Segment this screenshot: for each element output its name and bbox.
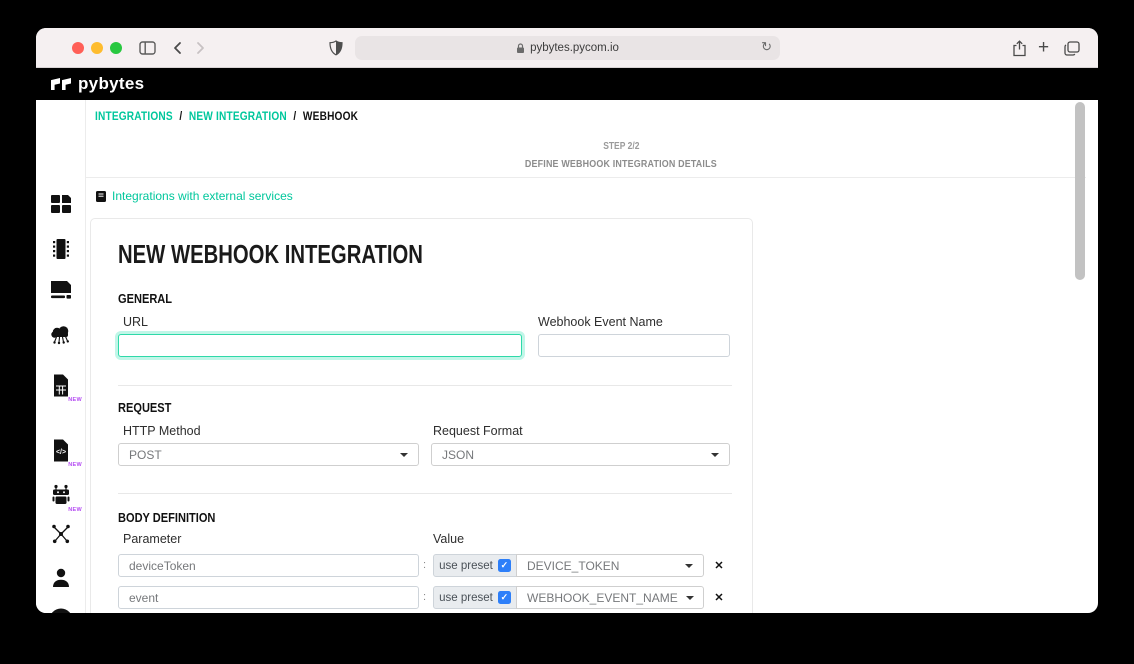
forward-icon[interactable] [196, 37, 206, 59]
preset-value-select[interactable]: DEVICE_TOKEN [516, 554, 704, 577]
sidebar-item-sim[interactable]: NEW [36, 370, 86, 403]
section-general-heading: GENERAL [118, 291, 173, 306]
scrollbar[interactable] [1075, 102, 1085, 280]
book-icon [96, 190, 106, 202]
docs-link[interactable]: Integrations with external services [95, 189, 293, 203]
computer-icon [51, 281, 71, 299]
code-file-icon: </> [54, 439, 68, 461]
sidebar-item-account[interactable] [36, 563, 86, 593]
http-method-label: HTTP Method [123, 424, 201, 438]
breadcrumb-separator: / [293, 111, 297, 123]
user-icon [53, 568, 69, 587]
url-input[interactable] [118, 334, 522, 357]
chip-icon [53, 239, 69, 259]
http-method-select[interactable]: POST [118, 443, 419, 466]
browser-window: pybytes.pycom.io ↻ + pybytes NEW </> NEW… [36, 28, 1098, 613]
section-request-heading: REQUEST [118, 400, 172, 415]
pycom-logo-icon[interactable] [51, 78, 71, 90]
reload-icon[interactable]: ↻ [761, 39, 772, 55]
use-preset-checkbox[interactable]: ✓ [497, 591, 511, 604]
lock-icon [516, 42, 525, 54]
webhook-event-name-label: Webhook Event Name [538, 315, 663, 329]
browser-toolbar: pybytes.pycom.io ↻ + [36, 28, 1098, 68]
url-label: URL [123, 315, 149, 329]
header-divider [86, 177, 1086, 178]
sim-card-icon [54, 374, 68, 396]
chevron-down-icon [685, 595, 694, 600]
use-preset-group: use preset ✓ [433, 586, 517, 609]
value-column-header: Value [433, 532, 465, 546]
sidebar: NEW </> NEW NEW [36, 100, 86, 613]
step-title: DEFINE WEBHOOK INTEGRATION DETAILS [525, 158, 717, 170]
use-preset-checkbox[interactable]: ✓ [497, 559, 511, 572]
svg-text:</>: </> [56, 449, 66, 456]
zoom-window-button[interactable] [110, 42, 122, 54]
docs-link-label[interactable]: Integrations with external services [112, 189, 293, 203]
parameter-input[interactable]: event [118, 586, 419, 609]
parameter-input[interactable]: deviceToken [118, 554, 419, 577]
breadcrumb-webhook: WEBHOOK [302, 111, 359, 123]
sidebar-item-info[interactable] [36, 605, 86, 613]
row-colon: : [423, 559, 427, 571]
breadcrumb-integrations[interactable]: INTEGRATIONS [95, 111, 173, 123]
app-logo-text[interactable]: pybytes [78, 74, 144, 94]
breadcrumb: INTEGRATIONS / NEW INTEGRATION / WEBHOOK [95, 111, 358, 123]
use-preset-label: use preset [439, 591, 493, 604]
page-title: NEW WEBHOOK INTEGRATION [118, 239, 423, 269]
step-indicator: STEP 2/2 DEFINE WEBHOOK INTEGRATION DETA… [396, 136, 846, 172]
request-format-label: Request Format [433, 424, 523, 438]
sidebar-item-pymakr[interactable]: </> NEW [36, 435, 86, 468]
close-window-button[interactable] [72, 42, 84, 54]
sidebar-item-integrations[interactable] [36, 320, 86, 350]
parameter-column-header: Parameter [123, 532, 182, 546]
new-tab-icon[interactable]: + [1038, 37, 1049, 59]
cloud-network-icon [51, 326, 69, 345]
app-header: pybytes [36, 68, 1098, 100]
sidebar-item-dashboard[interactable] [36, 189, 86, 219]
breadcrumb-separator: / [179, 111, 183, 123]
chevron-down-icon [685, 563, 693, 568]
sidebar-item-devices[interactable] [36, 234, 86, 264]
sidebar-toggle-icon[interactable] [139, 37, 156, 59]
share-icon[interactable] [1012, 37, 1027, 59]
row-colon: : [423, 591, 427, 603]
remove-row-button[interactable]: ✕ [711, 554, 727, 577]
url-text: pybytes.pycom.io [530, 42, 619, 54]
pymakr-new-badge: NEW [68, 462, 82, 468]
chevron-down-icon [400, 452, 408, 457]
section-body-heading: BODY DEFINITION [118, 510, 216, 525]
minimize-window-button[interactable] [91, 42, 103, 54]
use-preset-group: use preset ✓ [433, 554, 517, 577]
network-nodes-icon [52, 524, 70, 544]
sidebar-item-gateways[interactable] [36, 275, 86, 305]
section-divider [118, 385, 732, 386]
preset-value-select[interactable]: WEBHOOK_EVENT_NAME [516, 586, 704, 609]
request-format-select[interactable]: JSON [431, 443, 730, 466]
use-preset-label: use preset [439, 559, 493, 572]
privacy-shield-icon[interactable] [329, 37, 343, 59]
sidebar-item-ml[interactable]: NEW [36, 480, 86, 513]
tab-overview-icon[interactable] [1064, 37, 1080, 59]
dashboard-icon [51, 195, 71, 213]
info-icon [51, 608, 71, 613]
ml-new-badge: NEW [68, 507, 82, 513]
sidebar-item-networks[interactable] [36, 518, 86, 548]
back-icon[interactable] [172, 37, 182, 59]
webhook-event-name-input[interactable] [538, 334, 730, 357]
remove-row-button[interactable]: ✕ [711, 586, 727, 609]
sim-new-badge: NEW [68, 397, 82, 403]
robot-icon [52, 484, 70, 504]
step-count: STEP 2/2 [602, 141, 640, 152]
section-divider [118, 493, 732, 494]
chevron-down-icon [711, 452, 719, 457]
address-bar[interactable]: pybytes.pycom.io ↻ [355, 36, 780, 60]
webhook-form-card: NEW WEBHOOK INTEGRATION GENERAL URL Webh… [90, 218, 753, 613]
breadcrumb-new-integration[interactable]: NEW INTEGRATION [189, 111, 287, 123]
